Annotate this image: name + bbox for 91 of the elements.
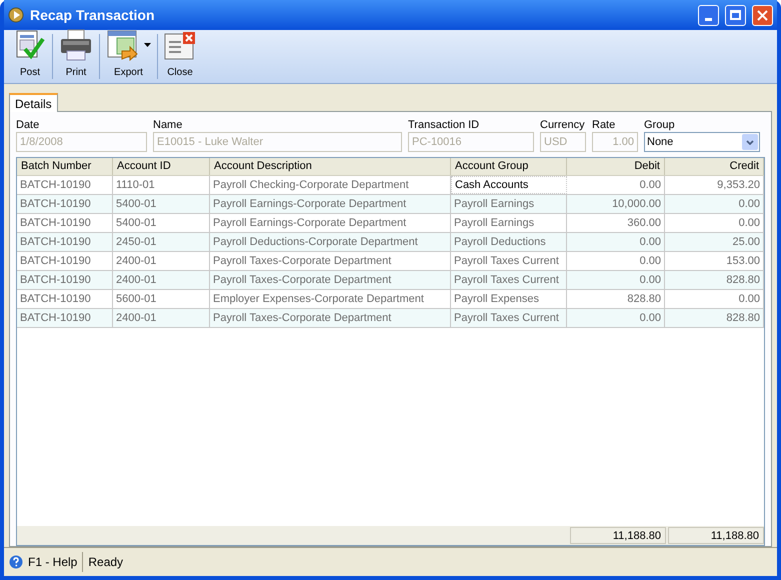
column-header[interactable]: Account ID bbox=[113, 158, 210, 175]
table-cell: Payroll Taxes Current bbox=[451, 252, 567, 270]
chevron-down-icon bbox=[746, 140, 754, 144]
field-label: Transaction ID bbox=[408, 118, 480, 132]
column-header[interactable]: Debit bbox=[567, 158, 665, 175]
table-cell: Payroll Taxes Current bbox=[451, 309, 567, 327]
toolbar-button[interactable]: Close bbox=[158, 30, 202, 83]
table-cell: 9,353.20 bbox=[665, 176, 764, 194]
window-title: Recap Transaction bbox=[30, 6, 156, 25]
table-cell: 0.00 bbox=[567, 271, 665, 289]
app-icon bbox=[8, 7, 24, 23]
table-cell: 0.00 bbox=[567, 309, 665, 327]
table-cell: 1110-01 bbox=[113, 176, 210, 194]
table-cell: BATCH-10190 bbox=[17, 233, 113, 251]
table-cell: 0.00 bbox=[665, 214, 764, 232]
table-cell: Payroll Expenses bbox=[451, 290, 567, 308]
table-cell: 5600-01 bbox=[113, 290, 210, 308]
table-cell: Payroll Taxes Current bbox=[451, 271, 567, 289]
help-icon bbox=[9, 555, 23, 569]
caret-icon bbox=[144, 43, 151, 47]
field-label: Group bbox=[644, 118, 676, 132]
table-cell: BATCH-10190 bbox=[17, 214, 113, 232]
table-cell: Payroll Taxes-Corporate Department bbox=[210, 271, 451, 289]
column-header[interactable]: Credit bbox=[665, 158, 764, 175]
table-row[interactable]: BATCH-10190 2400-01 Payroll Taxes-Corporate Department Payroll Taxes Current 0.00 828.80 bbox=[17, 271, 764, 290]
table-row[interactable]: BATCH-10190 5400-01 Payroll Earnings-Corporate Department Payroll Earnings 10,000.00 0.00 bbox=[17, 195, 764, 214]
table-cell: BATCH-10190 bbox=[17, 271, 113, 289]
table-cell: 0.00 bbox=[665, 195, 764, 213]
table-cell: 2450-01 bbox=[113, 233, 210, 251]
field-label: Rate bbox=[592, 118, 616, 132]
field-label: Name bbox=[153, 118, 184, 132]
toolbar-button[interactable]: Post bbox=[8, 30, 52, 83]
table-row[interactable]: BATCH-10190 2400-01 Payroll Taxes-Corporate Department Payroll Taxes Current 0.00 153.00 bbox=[17, 252, 764, 271]
table-cell: Payroll Earnings-Corporate Department bbox=[210, 195, 451, 213]
spreadsheet-arrow-icon bbox=[106, 29, 140, 61]
close-icon bbox=[757, 10, 768, 20]
table-cell: Payroll Earnings-Corporate Department bbox=[210, 214, 451, 232]
table-cell: BATCH-10190 bbox=[17, 195, 113, 213]
window-close-icon bbox=[164, 31, 196, 61]
table-cell: 828.80 bbox=[665, 271, 764, 289]
table-row[interactable]: BATCH-10190 1110-01 Payroll Checking-Corporate Department Cash Accounts 0.00 9,353.20 bbox=[17, 176, 764, 195]
table-cell: 25.00 bbox=[665, 233, 764, 251]
column-header[interactable]: Account Group bbox=[451, 158, 567, 175]
table-cell: Payroll Checking-Corporate Department bbox=[210, 176, 451, 194]
table-cell: 0.00 bbox=[665, 290, 764, 308]
column-header[interactable]: Account Description bbox=[210, 158, 451, 175]
debit-total: 11,188.80 bbox=[570, 527, 666, 544]
printer-icon bbox=[59, 29, 93, 61]
table-cell: 360.00 bbox=[567, 214, 665, 232]
toolbar-button[interactable]: Export bbox=[100, 30, 157, 83]
status-text: Ready bbox=[88, 554, 124, 571]
table-cell: Payroll Deductions bbox=[451, 233, 567, 251]
toolbar-button[interactable]: Print bbox=[53, 30, 99, 83]
table-cell: Payroll Taxes-Corporate Department bbox=[210, 309, 451, 327]
table-row[interactable]: BATCH-10190 2450-01 Payroll Deductions-Corporate Department Payroll Deductions 0.00 25.00 bbox=[17, 233, 764, 252]
table-cell: BATCH-10190 bbox=[17, 252, 113, 270]
document-check-icon bbox=[15, 29, 45, 61]
group-dropdown[interactable]: None bbox=[644, 132, 760, 152]
table-cell: 828.80 bbox=[665, 309, 764, 327]
field-label: Date bbox=[16, 118, 40, 132]
table-cell: 5400-01 bbox=[113, 214, 210, 232]
table-cell: BATCH-10190 bbox=[17, 176, 113, 194]
table-cell: BATCH-10190 bbox=[17, 290, 113, 308]
table-cell: Payroll Taxes-Corporate Department bbox=[210, 252, 451, 270]
credit-total: 11,188.80 bbox=[668, 527, 764, 544]
help-hint: F1 - Help bbox=[28, 554, 78, 571]
table-cell: Payroll Deductions-Corporate Department bbox=[210, 233, 451, 251]
table-cell: 2400-01 bbox=[113, 309, 210, 327]
close-button[interactable] bbox=[752, 4, 773, 26]
field-label: Currency bbox=[540, 118, 586, 132]
maximize-button[interactable] bbox=[725, 4, 746, 26]
table-cell: Payroll Earnings bbox=[451, 195, 567, 213]
table-cell: Payroll Earnings bbox=[451, 214, 567, 232]
table-cell: BATCH-10190 bbox=[17, 309, 113, 327]
table-row[interactable]: BATCH-10190 2400-01 Payroll Taxes-Corporate Department Payroll Taxes Current 0.00 828.80 bbox=[17, 309, 764, 328]
table-cell: Employer Expenses-Corporate Department bbox=[210, 290, 451, 308]
table-cell: 0.00 bbox=[567, 176, 665, 194]
column-header[interactable]: Batch Number bbox=[17, 158, 113, 175]
table-cell: 0.00 bbox=[567, 252, 665, 270]
table-cell: 0.00 bbox=[567, 233, 665, 251]
minimize-button[interactable] bbox=[698, 4, 719, 26]
table-cell: 2400-01 bbox=[113, 271, 210, 289]
table-cell: 5400-01 bbox=[113, 195, 210, 213]
table-cell: 10,000.00 bbox=[567, 195, 665, 213]
table-cell: 828.80 bbox=[567, 290, 665, 308]
table-cell: 153.00 bbox=[665, 252, 764, 270]
table-cell: 2400-01 bbox=[113, 252, 210, 270]
table-cell: Cash Accounts bbox=[451, 176, 567, 194]
tab[interactable]: Details bbox=[9, 93, 58, 112]
table-row[interactable]: BATCH-10190 5600-01 Employer Expenses-Corporate Department Payroll Expenses 828.80 0.00 bbox=[17, 290, 764, 309]
table-row[interactable]: BATCH-10190 5400-01 Payroll Earnings-Corporate Department Payroll Earnings 360.00 0.00 bbox=[17, 214, 764, 233]
